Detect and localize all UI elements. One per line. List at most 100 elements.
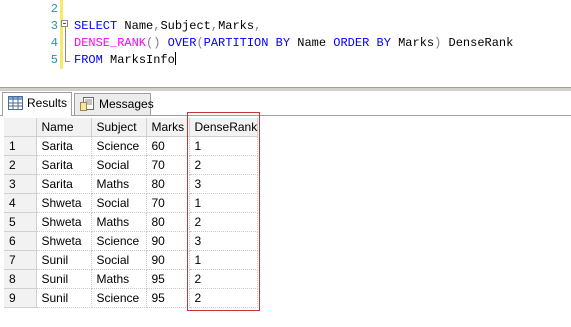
tab-messages[interactable]: Messages xyxy=(74,93,154,115)
cell-name[interactable]: Shweta xyxy=(36,193,92,213)
grid-corner-cell[interactable] xyxy=(4,118,37,137)
row-number-cell[interactable]: 6 xyxy=(4,231,37,251)
code-token: OVER xyxy=(167,36,197,50)
cell-denserank[interactable]: 2 xyxy=(189,212,259,232)
code-token: SELECT xyxy=(74,19,118,33)
table-row[interactable]: 5 Shweta Maths 80 2 xyxy=(4,212,259,232)
tab-messages-label: Messages xyxy=(99,97,154,111)
cell-marks[interactable]: 80 xyxy=(146,212,190,232)
grid-header-row: Name Subject Marks DenseRank xyxy=(4,118,259,137)
code-token: , xyxy=(210,19,219,33)
cell-subject[interactable]: Science xyxy=(91,136,147,156)
cell-subject[interactable]: Maths xyxy=(91,212,147,232)
cell-subject[interactable]: Social xyxy=(91,250,147,270)
code-token: Subject xyxy=(160,19,211,33)
cell-subject[interactable]: Social xyxy=(91,155,147,175)
cell-name[interactable]: Sarita xyxy=(36,155,92,175)
cell-denserank[interactable]: 3 xyxy=(189,231,259,251)
cell-name[interactable]: Sunil xyxy=(36,288,92,308)
cell-subject[interactable]: Science xyxy=(91,288,147,308)
code-token: PARTITION BY xyxy=(203,36,291,50)
column-header-marks[interactable]: Marks xyxy=(146,118,190,137)
row-number-cell[interactable]: 5 xyxy=(4,212,37,232)
line-number-gutter: 2 3 4 5 xyxy=(0,0,64,87)
row-number-cell[interactable]: 8 xyxy=(4,269,37,289)
tab-results[interactable]: Results xyxy=(2,92,72,116)
text-caret xyxy=(174,52,176,65)
code-token: Name xyxy=(117,19,154,33)
line-number: 5 xyxy=(50,53,58,67)
table-row[interactable]: 4 Shweta Social 70 1 xyxy=(4,193,259,213)
changed-lines-marker xyxy=(60,0,63,69)
row-number-cell[interactable]: 3 xyxy=(4,174,37,194)
line-number: 2 xyxy=(50,2,58,16)
cell-denserank[interactable]: 2 xyxy=(189,269,259,289)
code-token: Marks xyxy=(390,36,435,50)
cell-marks[interactable]: 95 xyxy=(146,269,190,289)
cell-subject[interactable]: Maths xyxy=(91,269,147,289)
column-header-subject[interactable]: Subject xyxy=(91,118,147,137)
table-row[interactable]: 9 Sunil Science 95 2 xyxy=(4,288,259,308)
cell-denserank[interactable]: 1 xyxy=(189,193,259,213)
table-row[interactable]: 8 Sunil Maths 95 2 xyxy=(4,269,259,289)
outline-fold-line xyxy=(65,24,66,62)
code-line-3[interactable]: SELECT Name,Subject,Marks, xyxy=(74,18,261,34)
table-row[interactable]: 1 Sarita Science 60 1 xyxy=(4,136,259,156)
cell-name[interactable]: Shweta xyxy=(36,212,92,232)
cell-denserank[interactable]: 2 xyxy=(189,155,259,175)
cell-denserank[interactable]: 2 xyxy=(189,288,259,308)
outline-fold-end xyxy=(65,61,70,62)
code-token: () xyxy=(146,36,161,50)
cell-marks[interactable]: 90 xyxy=(146,231,190,251)
query-editor[interactable]: 2 3 4 5 SELECT Name,Subject,Marks, DENSE… xyxy=(0,0,571,87)
code-token: , xyxy=(254,19,262,33)
cell-denserank[interactable]: 3 xyxy=(189,174,259,194)
cell-marks[interactable]: 70 xyxy=(146,155,190,175)
cell-name[interactable]: Sarita xyxy=(36,136,92,156)
cell-denserank[interactable]: 1 xyxy=(189,250,259,270)
row-number-cell[interactable]: 9 xyxy=(4,288,37,308)
line-number: 4 xyxy=(50,36,58,50)
row-number-cell[interactable]: 4 xyxy=(4,193,37,213)
messages-icon xyxy=(80,97,94,111)
column-header-name[interactable]: Name xyxy=(36,118,92,137)
cell-subject[interactable]: Maths xyxy=(91,174,147,194)
code-line-5[interactable]: FROM MarksInfo xyxy=(74,52,176,68)
results-tab-bar: Results Messages xyxy=(0,91,571,116)
results-grid: Name Subject Marks DenseRank 1 Sarita Scie… xyxy=(4,118,259,308)
grid-body: 1 Sarita Science 60 1 2 Sarita Social 70 2 3 Sarita… xyxy=(4,136,259,308)
cell-marks[interactable]: 90 xyxy=(146,250,190,270)
row-number-cell[interactable]: 7 xyxy=(4,250,37,270)
row-number-cell[interactable]: 1 xyxy=(4,136,37,156)
cell-marks[interactable]: 70 xyxy=(146,193,190,213)
code-token: ( xyxy=(196,36,204,50)
results-grid-area: Name Subject Marks DenseRank 1 Sarita Scie… xyxy=(0,116,571,327)
code-token: MarksInfo xyxy=(102,53,175,67)
table-row[interactable]: 3 Sarita Maths 80 3 xyxy=(4,174,259,194)
code-token: DENSE_RANK xyxy=(74,36,147,50)
cell-marks[interactable]: 95 xyxy=(146,288,190,308)
table-row[interactable]: 2 Sarita Social 70 2 xyxy=(4,155,259,175)
table-row[interactable]: 7 Sunil Social 90 1 xyxy=(4,250,259,270)
cell-marks[interactable]: 80 xyxy=(146,174,190,194)
cell-name[interactable]: Sunil xyxy=(36,269,92,289)
line-number: 3 xyxy=(50,19,58,33)
code-line-4[interactable]: DENSE_RANK() OVER(PARTITION BY Name ORDE… xyxy=(74,35,513,51)
cell-name[interactable]: Sarita xyxy=(36,174,92,194)
row-number-cell[interactable]: 2 xyxy=(4,155,37,175)
code-token: DenseRank xyxy=(441,36,514,50)
cell-subject[interactable]: Social xyxy=(91,193,147,213)
cell-denserank[interactable]: 1 xyxy=(189,136,259,156)
code-token: Marks xyxy=(218,19,255,33)
cell-name[interactable]: Sunil xyxy=(36,250,92,270)
grid-icon xyxy=(8,96,23,110)
cell-subject[interactable]: Science xyxy=(91,231,147,251)
cell-name[interactable]: Shweta xyxy=(36,231,92,251)
code-token: ORDER BY xyxy=(333,36,391,50)
column-header-denserank[interactable]: DenseRank xyxy=(189,118,259,137)
collapse-icon[interactable] xyxy=(61,20,68,27)
code-token: Name xyxy=(290,36,334,50)
table-row[interactable]: 6 Shweta Science 90 3 xyxy=(4,231,259,251)
cell-marks[interactable]: 60 xyxy=(146,136,190,156)
